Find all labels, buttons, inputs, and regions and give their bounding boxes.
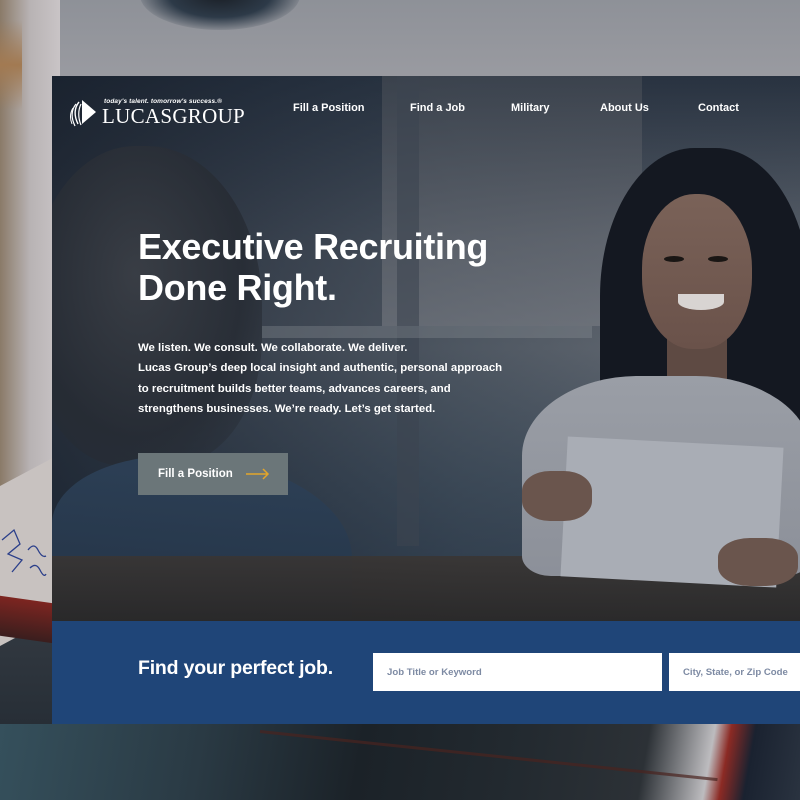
hero-description-line: We listen. We consult. We collaborate. W… xyxy=(138,342,408,354)
nav-item-contact[interactable]: Contact xyxy=(698,102,739,114)
hero-title: Executive Recruiting Done Right. xyxy=(138,226,558,308)
hero-title-line: Executive Recruiting xyxy=(138,226,489,267)
hero-photo-candidate-face xyxy=(642,194,752,349)
hero-title-line: Done Right. xyxy=(138,267,337,308)
nav-item-military[interactable]: Military xyxy=(511,102,550,114)
hero-photo-eye xyxy=(664,256,684,262)
website-window: today's talent. tomorrow's success.® LUC… xyxy=(52,76,800,724)
background-red-object xyxy=(0,595,60,645)
nav-item-about-us[interactable]: About Us xyxy=(600,102,649,114)
hero-description-line: to recruitment builds better teams, adva… xyxy=(138,382,451,395)
hero-description-line: Lucas Group’s deep local insight and aut… xyxy=(138,362,503,375)
arrow-right-icon xyxy=(245,468,269,480)
background-scribble xyxy=(1,528,47,576)
background-detail xyxy=(0,20,22,110)
nav-item-fill-a-position[interactable]: Fill a Position xyxy=(293,102,365,114)
nav-item-find-a-job[interactable]: Find a Job xyxy=(410,102,465,114)
job-search-title: Find your perfect job. xyxy=(138,657,333,679)
hero-photo-shelf xyxy=(262,326,592,338)
hero-photo-eye xyxy=(708,256,728,262)
fill-a-position-button[interactable]: Fill a Position xyxy=(138,453,288,495)
main-nav: Fill a Position Find a Job Military Abou… xyxy=(52,102,800,118)
hero-photo-pillar xyxy=(397,76,419,546)
fill-a-position-button-label: Fill a Position xyxy=(158,468,233,480)
hero-photo-smile xyxy=(678,294,724,310)
hero-photo-hand xyxy=(718,538,798,586)
hero-section: today's talent. tomorrow's success.® LUC… xyxy=(52,76,800,626)
background-blur-shape xyxy=(140,0,300,30)
hero-description: We listen. We consult. We collaborate. W… xyxy=(138,338,558,419)
hero-description-line: strengthens businesses. We’re ready. Let… xyxy=(138,402,436,415)
job-search-band: Find your perfect job. xyxy=(52,621,800,724)
background-desk xyxy=(0,724,800,800)
job-location-input[interactable] xyxy=(669,653,800,691)
hero-photo-hand xyxy=(522,471,592,521)
job-keyword-input[interactable] xyxy=(373,653,662,691)
